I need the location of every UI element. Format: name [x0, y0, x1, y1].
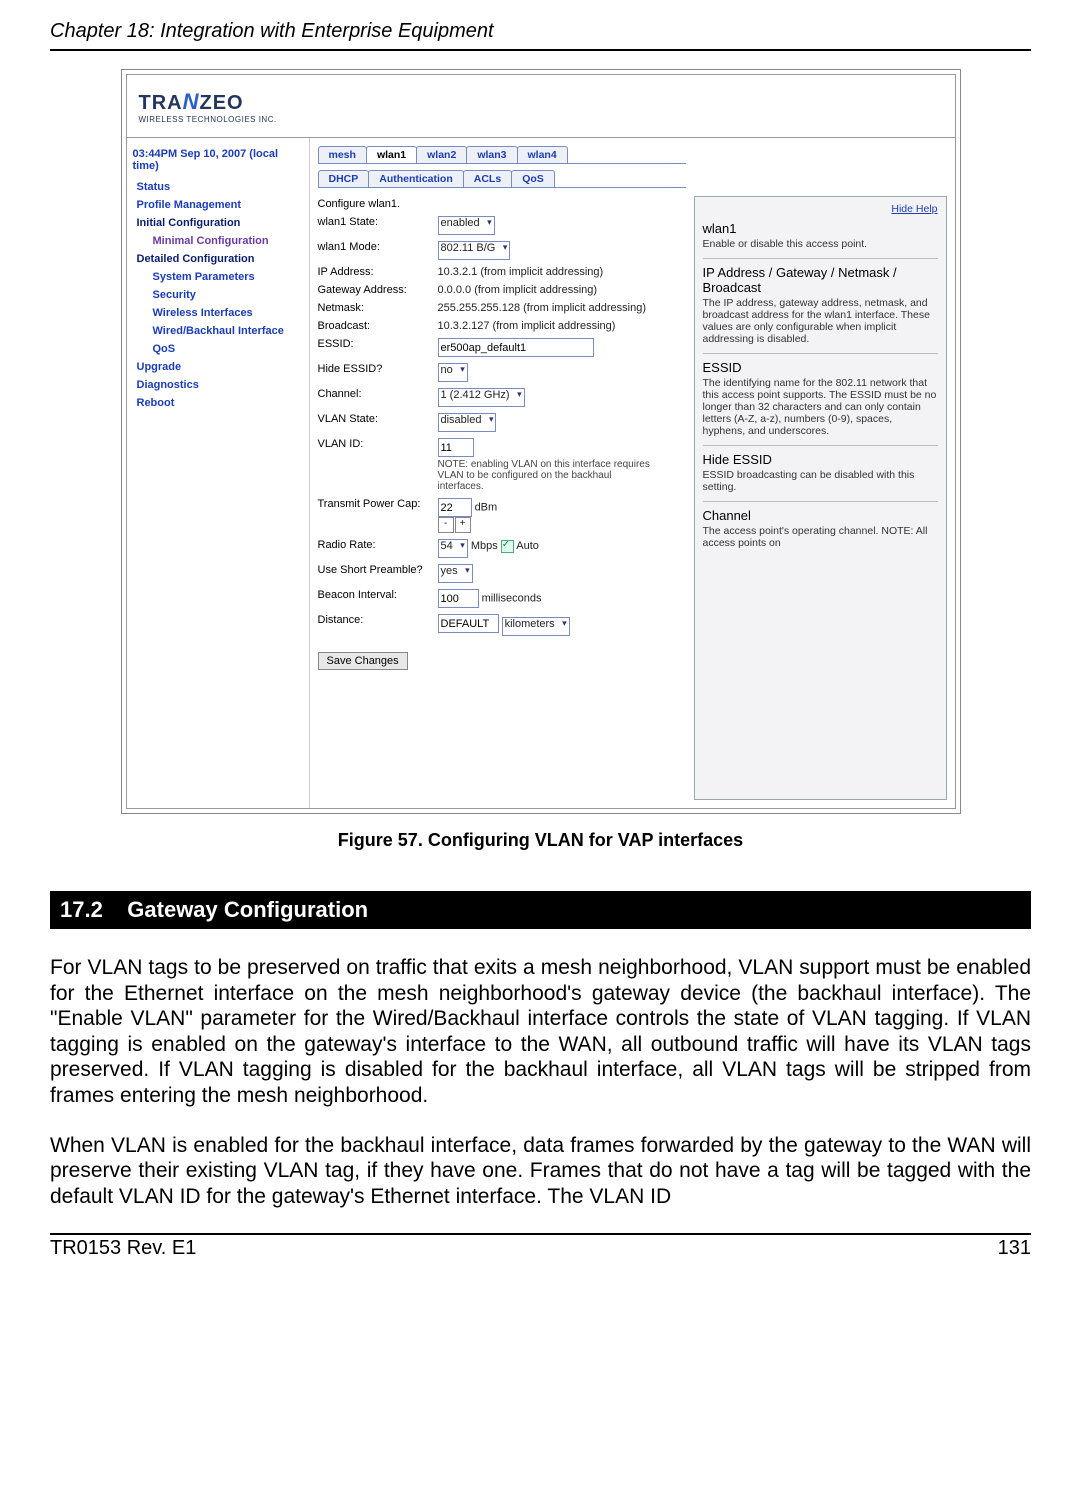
tab-wlan2[interactable]: wlan2	[416, 146, 467, 164]
select-preamble[interactable]: yes	[438, 564, 473, 583]
label-state: wlan1 State:	[318, 216, 438, 228]
section-title: Gateway Configuration	[127, 897, 368, 922]
label-vlanid: VLAN ID:	[318, 438, 438, 450]
brand-tagline: WIRELESS TECHNOLOGIES INC.	[139, 115, 277, 124]
chapter-title: Chapter 18: Integration with Enterprise …	[50, 20, 1031, 47]
help-p-wlan1: Enable or disable this access point.	[703, 238, 938, 250]
help-p-hideessid: ESSID broadcasting can be disabled with …	[703, 469, 938, 493]
select-state[interactable]: enabled	[438, 216, 495, 235]
input-vlanid[interactable]	[438, 438, 474, 457]
input-txcap[interactable]	[438, 498, 472, 517]
logo-text-post: ZEO	[200, 92, 244, 114]
sidebar-item-wired[interactable]: Wired/Backhaul Interface	[133, 322, 303, 340]
unit-mbps: Mbps	[471, 540, 498, 552]
hide-help-link[interactable]: Hide Help	[891, 203, 937, 215]
value-netmask: 255.255.255.128 (from implicit addressin…	[438, 302, 686, 314]
body-paragraph-2: When VLAN is enabled for the backhaul in…	[50, 1133, 1031, 1210]
label-preamble: Use Short Preamble?	[318, 564, 438, 576]
tab-wlan4[interactable]: wlan4	[517, 146, 568, 164]
subtab-qos[interactable]: QoS	[511, 170, 555, 188]
logo-text-mid: N	[183, 89, 200, 114]
txcap-step-up[interactable]: +	[455, 517, 471, 533]
sidebar-item-minimal[interactable]: Minimal Configuration	[133, 232, 303, 250]
help-p-ip: The IP address, gateway address, netmask…	[703, 297, 938, 345]
label-broadcast: Broadcast:	[318, 320, 438, 332]
label-netmask: Netmask:	[318, 302, 438, 314]
footer-right: 131	[998, 1237, 1031, 1260]
help-panel: Hide Help wlan1 Enable or disable this a…	[694, 196, 947, 800]
tab-mesh[interactable]: mesh	[318, 146, 367, 164]
subtab-acls[interactable]: ACLs	[463, 170, 512, 188]
body-paragraph-1: For VLAN tags to be preserved on traffic…	[50, 955, 1031, 1109]
tab-wlan1[interactable]: wlan1	[366, 146, 417, 164]
input-essid[interactable]	[438, 338, 594, 357]
label-mode: wlan1 Mode:	[318, 241, 438, 253]
sidebar-item-status[interactable]: Status	[133, 178, 303, 196]
sidebar-item-initial[interactable]: Initial Configuration	[133, 214, 303, 232]
brand-logo: TRANZEO	[139, 89, 277, 115]
help-h-ip: IP Address / Gateway / Netmask / Broadca…	[703, 265, 938, 295]
help-h-hideessid: Hide ESSID	[703, 452, 938, 467]
label-distance: Distance:	[318, 614, 438, 626]
app-screenshot: TRANZEO WIRELESS TECHNOLOGIES INC. 03:44…	[121, 69, 961, 814]
label-essid: ESSID:	[318, 338, 438, 350]
value-broadcast: 10.3.2.127 (from implicit addressing)	[438, 320, 686, 332]
select-channel[interactable]: 1 (2.412 GHz)	[438, 388, 525, 407]
help-p-essid: The identifying name for the 802.11 netw…	[703, 377, 938, 437]
save-button[interactable]: Save Changes	[318, 652, 408, 670]
help-h-channel: Channel	[703, 508, 938, 523]
label-vlanstate: VLAN State:	[318, 413, 438, 425]
sidebar-item-detailed[interactable]: Detailed Configuration	[133, 250, 303, 268]
logo-text-pre: TRA	[139, 92, 183, 114]
help-p-channel: The access point's operating channel. NO…	[703, 525, 938, 549]
label-rate: Radio Rate:	[318, 539, 438, 551]
app-banner: TRANZEO WIRELESS TECHNOLOGIES INC.	[126, 74, 956, 138]
label-channel: Channel:	[318, 388, 438, 400]
sidebar-item-wireless[interactable]: Wireless Interfaces	[133, 304, 303, 322]
unit-ms: milliseconds	[482, 593, 542, 605]
input-beacon[interactable]	[438, 589, 479, 608]
sidebar: 03:44PM Sep 10, 2007 (local time) Status…	[127, 138, 310, 808]
footer-rule	[50, 1233, 1031, 1235]
select-distance-unit[interactable]: kilometers	[502, 617, 570, 636]
footer-left: TR0153 Rev. E1	[50, 1237, 196, 1260]
label-auto: Auto	[516, 540, 539, 552]
form-intro: Configure wlan1.	[318, 198, 438, 210]
checkbox-auto[interactable]	[501, 540, 514, 553]
header-rule	[50, 49, 1031, 51]
value-ip: 10.3.2.1 (from implicit addressing)	[438, 266, 686, 278]
sidebar-item-qos[interactable]: QoS	[133, 340, 303, 358]
sidebar-item-sysparams[interactable]: System Parameters	[133, 268, 303, 286]
section-number: 17.2	[60, 897, 103, 922]
select-mode[interactable]: 802.11 B/G	[438, 241, 511, 260]
label-hideessid: Hide ESSID?	[318, 363, 438, 375]
subtab-dhcp[interactable]: DHCP	[318, 170, 370, 188]
label-gateway: Gateway Address:	[318, 284, 438, 296]
help-h-wlan1: wlan1	[703, 221, 938, 236]
tab-wlan3[interactable]: wlan3	[466, 146, 517, 164]
subtab-auth[interactable]: Authentication	[368, 170, 464, 188]
value-gateway: 0.0.0.0 (from implicit addressing)	[438, 284, 686, 296]
label-txcap: Transmit Power Cap:	[318, 498, 438, 510]
select-vlanstate[interactable]: disabled	[438, 413, 497, 432]
figure-caption: Figure 57. Configuring VLAN for VAP inte…	[50, 830, 1031, 851]
note-vlan: NOTE: enabling VLAN on this interface re…	[438, 459, 658, 492]
help-h-essid: ESSID	[703, 360, 938, 375]
sidebar-item-upgrade[interactable]: Upgrade	[133, 358, 303, 376]
sidebar-item-security[interactable]: Security	[133, 286, 303, 304]
txcap-step-down[interactable]: -	[438, 517, 454, 533]
select-hideessid[interactable]: no	[438, 363, 468, 382]
sidebar-time: 03:44PM Sep 10, 2007 (local time)	[133, 148, 303, 178]
sub-tabs: DHCP Authentication ACLs QoS	[318, 170, 686, 188]
sidebar-item-profile[interactable]: Profile Management	[133, 196, 303, 214]
input-distance[interactable]	[438, 614, 499, 633]
sidebar-item-reboot[interactable]: Reboot	[133, 394, 303, 412]
select-rate[interactable]: 54	[438, 539, 468, 558]
section-heading: 17.2 Gateway Configuration	[50, 891, 1031, 929]
sidebar-item-diag[interactable]: Diagnostics	[133, 376, 303, 394]
label-ip: IP Address:	[318, 266, 438, 278]
unit-dbm: dBm	[475, 502, 498, 514]
label-beacon: Beacon Interval:	[318, 589, 438, 601]
main-tabs: mesh wlan1 wlan2 wlan3 wlan4	[318, 146, 686, 164]
